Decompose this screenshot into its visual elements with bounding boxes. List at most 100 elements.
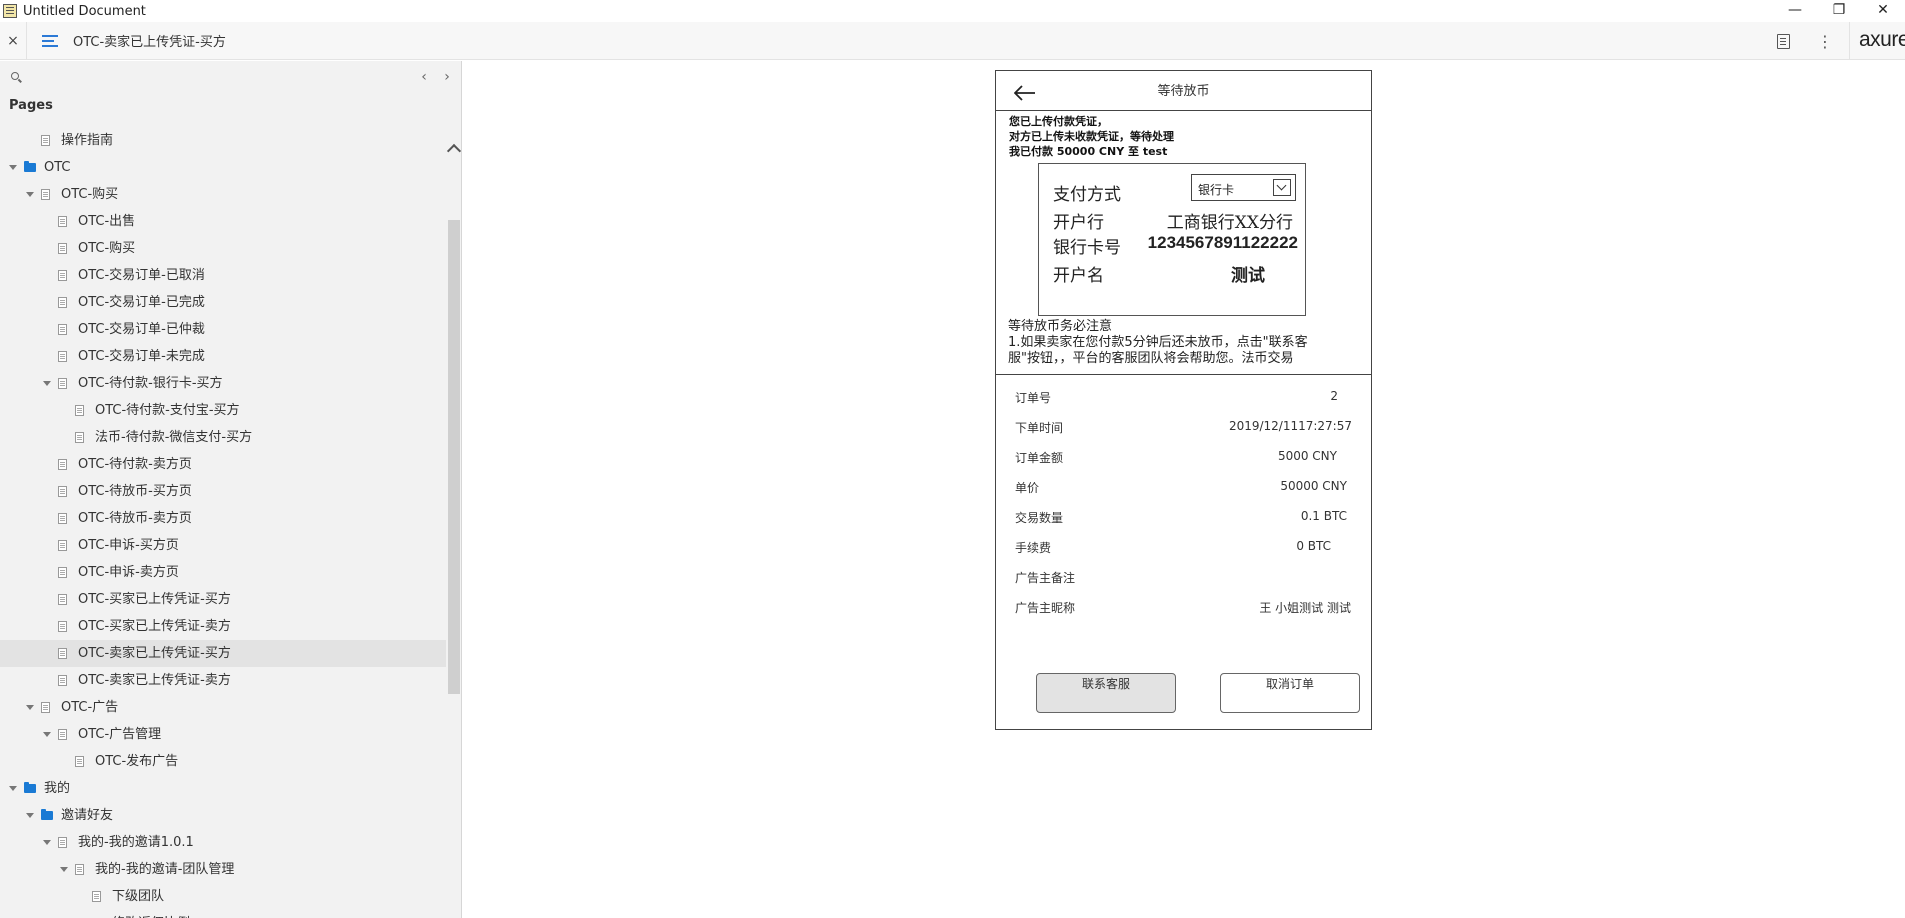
sidebar-item[interactable]: OTC-购买 [0, 181, 446, 208]
sidebar-item[interactable]: 我的-我的邀请1.0.1 [0, 829, 446, 856]
expand-caret-icon[interactable] [43, 381, 51, 386]
search-row: ‹ › [0, 61, 461, 95]
sidebar-item-label: OTC-卖家已上传凭证-卖方 [78, 673, 231, 688]
axure-logo: axure [1849, 22, 1905, 60]
detail-label: 手续费 [1015, 541, 1052, 555]
sidebar-item[interactable]: 操作指南 [0, 127, 446, 154]
page-icon [58, 486, 67, 497]
sidebar-item[interactable]: OTC-待放币-卖方页 [0, 505, 446, 532]
sidebar-item-label: OTC-待付款-卖方页 [78, 457, 192, 472]
sidebar-item-label: 修改返佣比例 [112, 910, 190, 918]
sidebar-item[interactable]: 我的-我的邀请-团队管理 [0, 856, 446, 883]
sidebar-item-label: OTC-交易订单-未完成 [78, 349, 205, 364]
payment-method-select[interactable]: 银行卡 [1191, 174, 1296, 201]
section-divider [996, 374, 1371, 375]
next-page-button[interactable]: › [440, 69, 454, 85]
expand-caret-icon[interactable] [26, 813, 34, 818]
close-panel-button[interactable]: × [0, 22, 26, 60]
sidebar-item[interactable]: OTC-待放币-买方页 [0, 478, 446, 505]
sidebar-item[interactable]: OTC-待付款-卖方页 [0, 451, 446, 478]
detail-label: 广告主备注 [1015, 571, 1076, 585]
sidebar-item-label: 我的 [44, 781, 71, 796]
sidebar-item[interactable]: OTC-交易订单-已完成 [0, 289, 446, 316]
phone-header: 等待放币 [996, 71, 1371, 111]
sidebar-item-label: OTC-待放币-买方页 [78, 484, 192, 499]
expand-caret-icon[interactable] [60, 867, 68, 872]
payment-info-box: 支付方式 银行卡 开户行 工商银行XX分行 银行卡号 1234567891122… [1038, 163, 1306, 316]
sidebar-item-label: 下级团队 [112, 889, 165, 904]
detail-value: 0.1 BTC [1300, 509, 1347, 523]
scroll-up-arrow-icon[interactable] [446, 143, 461, 159]
sidebar-item[interactable]: OTC-购买 [0, 235, 446, 262]
sidebar-item-label: 我的-我的邀请1.0.1 [78, 835, 194, 850]
page-icon [58, 567, 67, 578]
expand-caret-icon[interactable] [43, 732, 51, 737]
detail-value: 2019/12/1117:27:57 [1228, 419, 1352, 433]
sidebar-item[interactable]: OTC-卖家已上传凭证-卖方 [0, 667, 446, 694]
sidebar-item[interactable]: 邀请好友 [0, 802, 446, 829]
release-hint: 等待放币务必注意 1.如果卖家在您付款5分钟后还未放币，点击"联系客 服"按钮，… [1008, 319, 1308, 367]
folder-icon [24, 161, 36, 172]
page-icon [58, 513, 67, 524]
sidebar-item[interactable]: OTC [0, 154, 446, 181]
payment-method-label: 支付方式 [1053, 185, 1121, 205]
page-icon [58, 270, 67, 281]
notice-line: 我已付款 50000 CNY 至 test [1009, 145, 1168, 158]
sidebar-item[interactable]: 下级团队 [0, 883, 446, 910]
search-icon [11, 72, 19, 80]
detail-value: 0 BTC [1296, 539, 1331, 553]
hint-line: 服"按钮，，平台的客服团队将会帮助您。法币交易 [1008, 351, 1294, 366]
page-icon [92, 891, 101, 902]
more-options-icon[interactable]: ⋮ [1817, 32, 1833, 51]
sidebar-item-label: OTC-购买 [78, 241, 136, 256]
expand-caret-icon[interactable] [26, 705, 34, 710]
sidebar-item[interactable]: OTC-买家已上传凭证-买方 [0, 586, 446, 613]
account-name-label: 开户名 [1053, 266, 1104, 286]
notes-icon[interactable] [1777, 33, 1790, 49]
restore-button[interactable]: ❐ [1817, 0, 1861, 22]
sidebar-item[interactable]: 法币-待付款-微信支付-买方 [0, 424, 446, 451]
sidebar-item-label: OTC-申诉-买方页 [78, 538, 179, 553]
sidebar-item[interactable]: OTC-待付款-支付宝-买方 [0, 397, 446, 424]
detail-label: 广告主昵称 [1015, 601, 1076, 615]
page-icon [58, 675, 67, 686]
sidebar-item[interactable]: OTC-待付款-银行卡-买方 [0, 370, 446, 397]
pages-heading: Pages [9, 98, 53, 113]
sidebar-item[interactable]: 我的 [0, 775, 446, 802]
page-icon [58, 594, 67, 605]
sidebar-item[interactable]: OTC-卖家已上传凭证-买方 [0, 640, 446, 667]
sidebar-item[interactable]: OTC-发布广告 [0, 748, 446, 775]
page-icon [58, 648, 67, 659]
sidebar-item[interactable]: OTC-申诉-买方页 [0, 532, 446, 559]
sidebar-item[interactable]: OTC-买家已上传凭证-卖方 [0, 613, 446, 640]
window-title: Untitled Document [23, 3, 146, 19]
close-window-button[interactable]: ✕ [1861, 0, 1905, 22]
search-input[interactable] [28, 68, 388, 88]
expand-caret-icon[interactable] [9, 786, 17, 791]
expand-caret-icon[interactable] [43, 840, 51, 845]
sidebar-item[interactable]: OTC-交易订单-已取消 [0, 262, 446, 289]
sidebar-item[interactable]: OTC-交易订单-已仲裁 [0, 316, 446, 343]
scroll-thumb[interactable] [448, 220, 460, 694]
sidebar-item-label: OTC-待放币-卖方页 [78, 511, 192, 526]
expand-caret-icon[interactable] [9, 165, 17, 170]
sidebar-item[interactable]: OTC-交易订单-未完成 [0, 343, 446, 370]
previous-page-button[interactable]: ‹ [417, 69, 431, 85]
sidebar-item-label: OTC-卖家已上传凭证-买方 [78, 646, 231, 661]
minimize-button[interactable]: — [1773, 0, 1817, 22]
sidebar-item[interactable]: 修改返佣比例 [0, 910, 446, 918]
card-number-label: 银行卡号 [1053, 238, 1121, 258]
menu-button[interactable] [27, 22, 73, 60]
detail-label: 单价 [1015, 481, 1040, 495]
sidebar-item[interactable]: OTC-申诉-卖方页 [0, 559, 446, 586]
sidebar-item-label: OTC-交易订单-已取消 [78, 268, 205, 283]
cancel-order-button[interactable]: 取消订单 [1220, 673, 1360, 713]
sidebar-scrollbar[interactable] [446, 140, 461, 918]
contact-support-button[interactable]: 联系客服 [1036, 673, 1176, 713]
detail-value: 2 [1330, 389, 1338, 403]
detail-label: 下单时间 [1015, 421, 1064, 435]
sidebar-item[interactable]: OTC-广告 [0, 694, 446, 721]
sidebar-item[interactable]: OTC-出售 [0, 208, 446, 235]
sidebar-item[interactable]: OTC-广告管理 [0, 721, 446, 748]
expand-caret-icon[interactable] [26, 192, 34, 197]
